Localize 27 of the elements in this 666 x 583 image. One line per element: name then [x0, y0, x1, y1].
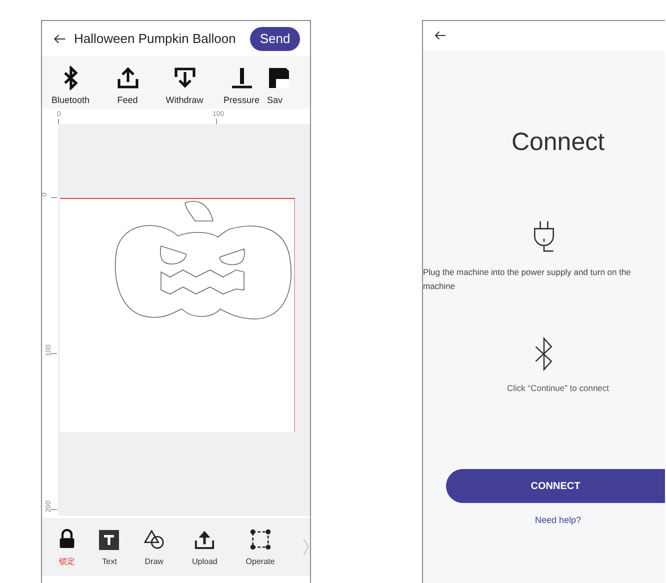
instruction-text: Plug the machine into the power supply and turn on the machine — [423, 266, 632, 293]
toolbar-button[interactable]: Bluetooth — [42, 66, 99, 109]
bottom-toolbar-button[interactable]: Text — [88, 528, 132, 566]
chevron-right-icon — [302, 536, 310, 558]
toolbar-button[interactable]: Withdraw — [156, 66, 213, 109]
bottom-toolbar-button[interactable]: Draw — [131, 528, 177, 566]
upload-icon — [116, 66, 140, 90]
bluetooth-icon — [533, 335, 555, 373]
connect-button[interactable]: CONNECT — [446, 469, 665, 503]
bounding-box-icon — [250, 529, 271, 550]
text-tool-icon — [99, 530, 120, 550]
save-icon — [267, 66, 291, 90]
bottom-toolbar-button[interactable]: 锁定 — [46, 528, 88, 566]
instruction-text: Click “Continue” to connect — [506, 382, 610, 395]
bottom-toolbar-button[interactable]: Operate — [232, 528, 288, 566]
document-title: Halloween Pumpkin Balloon — [74, 31, 237, 46]
lock-icon — [58, 528, 76, 548]
help-link[interactable]: Need help? — [534, 515, 582, 525]
send-button[interactable]: Send — [250, 26, 300, 50]
download-icon — [172, 66, 196, 90]
upload-icon — [194, 529, 216, 550]
bottom-toolbar-button[interactable]: Upload — [176, 528, 232, 566]
toolbar-button[interactable]: Sav — [267, 66, 291, 109]
blade-icon — [230, 66, 254, 90]
shapes-icon — [144, 529, 165, 550]
page-heading: Connect — [510, 128, 606, 157]
toolbar-button[interactable]: Feed — [99, 66, 156, 109]
